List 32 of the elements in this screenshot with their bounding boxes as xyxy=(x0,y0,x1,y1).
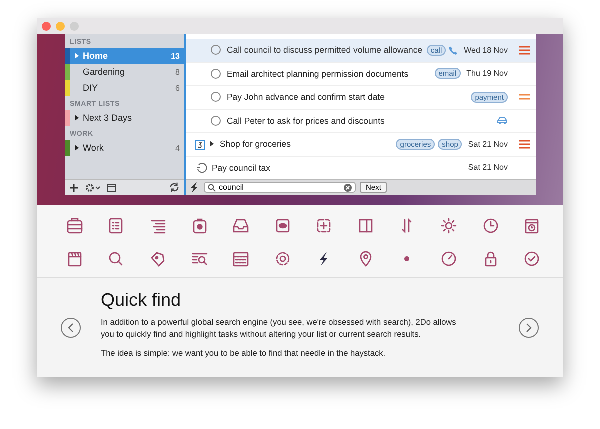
disclosure-icon[interactable] xyxy=(75,145,79,151)
sync-icon[interactable] xyxy=(169,182,180,193)
sun-icon[interactable] xyxy=(439,216,460,236)
sidebar-item[interactable]: Work 4 xyxy=(65,140,184,156)
sidebar-item[interactable]: Gardening 8 xyxy=(65,64,184,80)
car-icon[interactable] xyxy=(497,116,508,125)
gear-menu-icon[interactable] xyxy=(85,182,101,192)
disclosure-icon[interactable] xyxy=(210,141,214,148)
briefcase-icon[interactable] xyxy=(64,216,85,236)
task-checkbox[interactable] xyxy=(211,92,221,102)
calendar-icon[interactable] xyxy=(107,182,117,192)
search-icon xyxy=(208,184,216,192)
feature-title: Quick find xyxy=(101,290,182,311)
lightning-icon[interactable] xyxy=(190,182,200,193)
chevron-left-icon xyxy=(67,323,75,333)
task-checkbox[interactable] xyxy=(211,45,221,56)
project-calendar-icon xyxy=(195,138,205,150)
sidebar-item[interactable]: Next 3 Days xyxy=(65,110,184,126)
next-feature-button[interactable] xyxy=(519,318,539,338)
clear-icon[interactable] xyxy=(344,184,352,192)
sidebar-item[interactable]: DIY 6 xyxy=(65,80,184,96)
disclosure-icon[interactable] xyxy=(75,115,79,121)
feature-paragraph: The idea is simple: we want you to be able to find that needle in the haystack. xyxy=(101,348,387,360)
search-field[interactable]: council xyxy=(204,182,356,193)
chevron-right-icon xyxy=(525,323,533,333)
phone-icon[interactable] xyxy=(449,46,458,55)
previous-button[interactable] xyxy=(61,318,81,338)
task-checkbox[interactable] xyxy=(211,116,221,126)
task-checkbox[interactable] xyxy=(211,68,221,79)
feature-paragraph: In addition to a powerful global search engine (you see, we're obsessed with search), 2Do allows you to quickly find and highlight tasks without altering your list or current search results. xyxy=(101,317,458,340)
add-icon[interactable] xyxy=(69,182,79,192)
task-row[interactable]: Call Peter to ask for prices and discounts xyxy=(186,110,536,133)
